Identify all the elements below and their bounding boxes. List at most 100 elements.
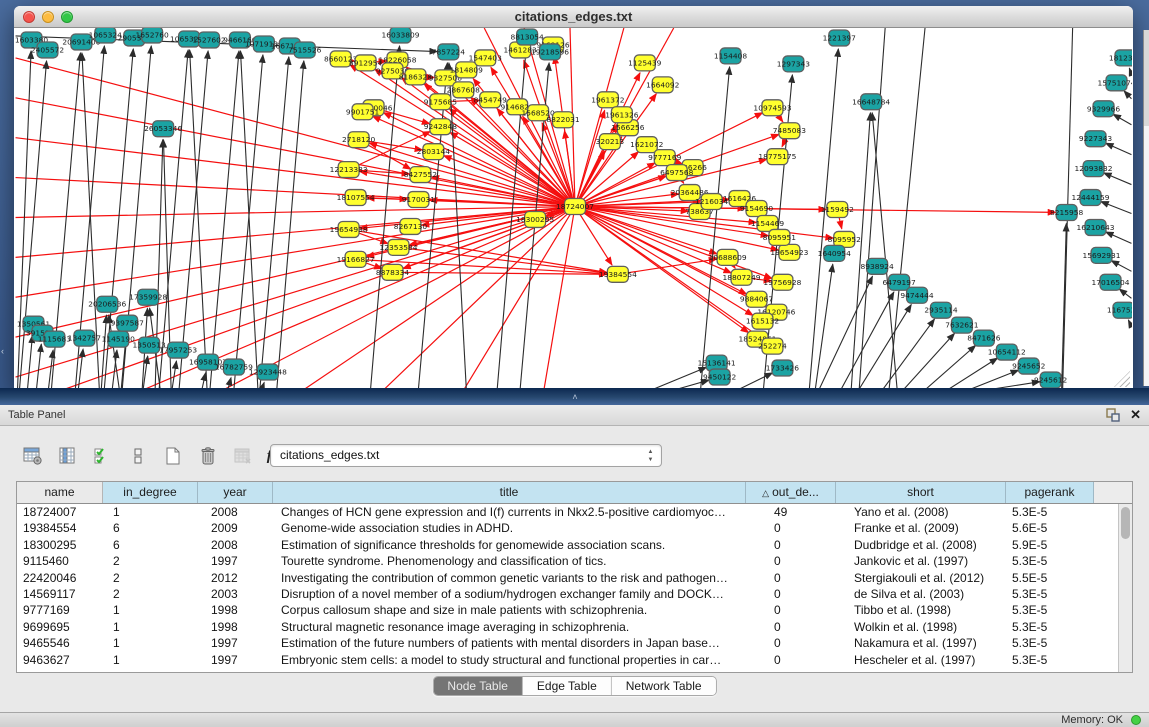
graph-edge[interactable]	[190, 50, 207, 389]
graph-edge[interactable]	[740, 373, 773, 389]
graph-edge[interactable]	[809, 49, 838, 389]
graph-edge[interactable]	[859, 305, 911, 389]
window-close-button[interactable]	[23, 11, 35, 23]
graph-edge[interactable]	[1111, 261, 1131, 272]
network-canvas[interactable]: 1872400786601238912954182260589275036818…	[15, 28, 1132, 389]
graph-edge[interactable]	[16, 207, 575, 218]
graph-edge[interactable]	[210, 51, 239, 389]
table-row[interactable]: 1872400712008Changes of HCN gene express…	[17, 504, 1118, 520]
graph-edge[interactable]	[1101, 202, 1132, 214]
graph-node-label: 12093832	[1075, 164, 1113, 173]
graph-edge[interactable]	[883, 319, 934, 389]
graph-edge[interactable]	[1062, 223, 1067, 389]
graph-node-label: 8095952	[828, 235, 861, 244]
show-columns-icon[interactable]	[55, 443, 81, 469]
graph-edge[interactable]	[1129, 68, 1131, 74]
column-header-name[interactable]: name	[17, 482, 103, 503]
graph-edge[interactable]	[1113, 114, 1131, 125]
table-row[interactable]: 911546021997Tourette syndrome. Phenomeno…	[17, 553, 1118, 569]
graph-edge[interactable]	[889, 28, 925, 389]
splitter-handle-icon[interactable]: ˄	[569, 393, 581, 401]
column-header-in_degree[interactable]: in_degree	[103, 482, 198, 503]
column-header-out_de[interactable]: △out_de...	[746, 482, 836, 503]
graph-edge[interactable]	[36, 344, 41, 389]
table-row[interactable]: 946362711997Embryonic stem cells: a mode…	[17, 652, 1118, 668]
table-cell: 9699695	[17, 619, 103, 635]
graph-edge[interactable]	[16, 138, 575, 207]
graph-node-label: 1664092	[646, 80, 679, 89]
table-row[interactable]: 1938455462009Genome-wide association stu…	[17, 520, 1118, 536]
float-window-icon[interactable]	[1106, 408, 1120, 422]
graph-edge[interactable]	[202, 373, 206, 389]
table-cell: 19384554	[17, 520, 103, 536]
graph-edge[interactable]	[654, 367, 707, 389]
graph-edge[interactable]	[16, 207, 575, 338]
table-row[interactable]: 1830029562008Estimation of significance …	[17, 537, 1118, 553]
graph-edge[interactable]	[464, 207, 575, 389]
graph-edge[interactable]	[371, 46, 400, 389]
graph-edge[interactable]	[260, 57, 289, 389]
graph-edge[interactable]	[18, 51, 32, 389]
table-cell: 5.5E-5	[1006, 570, 1094, 586]
new-column-icon[interactable]	[160, 443, 186, 469]
graph-node-label: 10654112	[988, 348, 1026, 357]
graph-edge[interactable]	[16, 58, 575, 207]
table-cell: Dudbridge et al. (2008)	[836, 537, 1006, 553]
table-cell: 5.3E-5	[1006, 504, 1094, 520]
graph-edge[interactable]	[819, 276, 872, 389]
table-row[interactable]: 977716911998Corpus callosum shape and si…	[17, 602, 1118, 618]
table-cell: 0	[746, 586, 836, 602]
column-header-short[interactable]: short	[836, 482, 1006, 503]
graph-edge[interactable]	[701, 67, 730, 389]
graph-edge[interactable]	[1124, 91, 1131, 99]
tab-node-table[interactable]: Node Table	[433, 677, 523, 695]
table-row[interactable]: 1456911722003Disruption of a novel membe…	[17, 586, 1118, 602]
graph-edge[interactable]	[926, 345, 976, 389]
graph-edge[interactable]	[1128, 320, 1131, 326]
graph-node-label: 1812304	[1109, 53, 1132, 62]
delete-column-icon[interactable]	[195, 443, 221, 469]
window-zoom-button[interactable]	[61, 11, 73, 23]
network-window-titlebar[interactable]: citations_edges.txt	[14, 6, 1133, 28]
graph-edge[interactable]	[1106, 232, 1132, 244]
row-options-icon[interactable]	[125, 443, 151, 469]
table-mode-icon[interactable]	[20, 443, 46, 469]
table-selector-dropdown[interactable]: citations_edges.txt ▲▼	[270, 444, 662, 467]
column-header-title[interactable]: title	[273, 482, 746, 503]
citation-network-graph[interactable]: 1872400786601238912954182260589275036818…	[15, 28, 1132, 389]
column-header-pagerank[interactable]: pagerank	[1006, 482, 1094, 503]
window-minimize-button[interactable]	[42, 11, 54, 23]
tab-network-table[interactable]: Network Table	[612, 677, 716, 695]
graph-edge[interactable]	[277, 61, 304, 389]
graph-edge[interactable]	[904, 333, 954, 389]
select-columns-icon[interactable]	[90, 443, 116, 469]
graph-edge[interactable]	[575, 207, 612, 266]
graph-node-label: 1145190	[102, 335, 136, 344]
graph-edge[interactable]	[393, 272, 607, 274]
graph-edge[interactable]	[544, 207, 575, 389]
panel-collapse-handle-icon[interactable]: ‹	[1, 346, 8, 356]
graph-node-label: 9397587	[111, 319, 145, 328]
graph-edge[interactable]	[16, 207, 575, 298]
graph-edge[interactable]	[1119, 289, 1131, 298]
graph-edge[interactable]	[28, 335, 33, 389]
graph-edge[interactable]	[16, 98, 575, 207]
graph-edge[interactable]	[1106, 143, 1132, 155]
tab-edge-table[interactable]: Edge Table	[523, 677, 612, 695]
table-row[interactable]: 969969511998Structural magnetic resonanc…	[17, 619, 1118, 635]
table-vertical-scrollbar[interactable]	[1118, 504, 1132, 672]
table-row[interactable]: 2242004622012Investigating the contribut…	[17, 570, 1118, 586]
table-row[interactable]: 946554611997Estimation of the future num…	[17, 635, 1118, 651]
graph-node-label: 19384554	[599, 270, 637, 279]
graph-node-label: 8878334	[376, 268, 410, 277]
column-header-year[interactable]: year	[198, 482, 273, 503]
close-panel-icon[interactable]: ✕	[1130, 408, 1141, 422]
graph-edge[interactable]	[1104, 173, 1132, 185]
scrollbar-thumb[interactable]	[1121, 507, 1130, 539]
graph-edge[interactable]	[16, 178, 575, 207]
graph-edge[interactable]	[234, 55, 263, 389]
graph-edge[interactable]	[851, 113, 870, 389]
graph-edge[interactable]	[172, 361, 176, 389]
graph-node-label: 1297343	[777, 59, 811, 68]
graph-edge[interactable]	[240, 51, 257, 389]
